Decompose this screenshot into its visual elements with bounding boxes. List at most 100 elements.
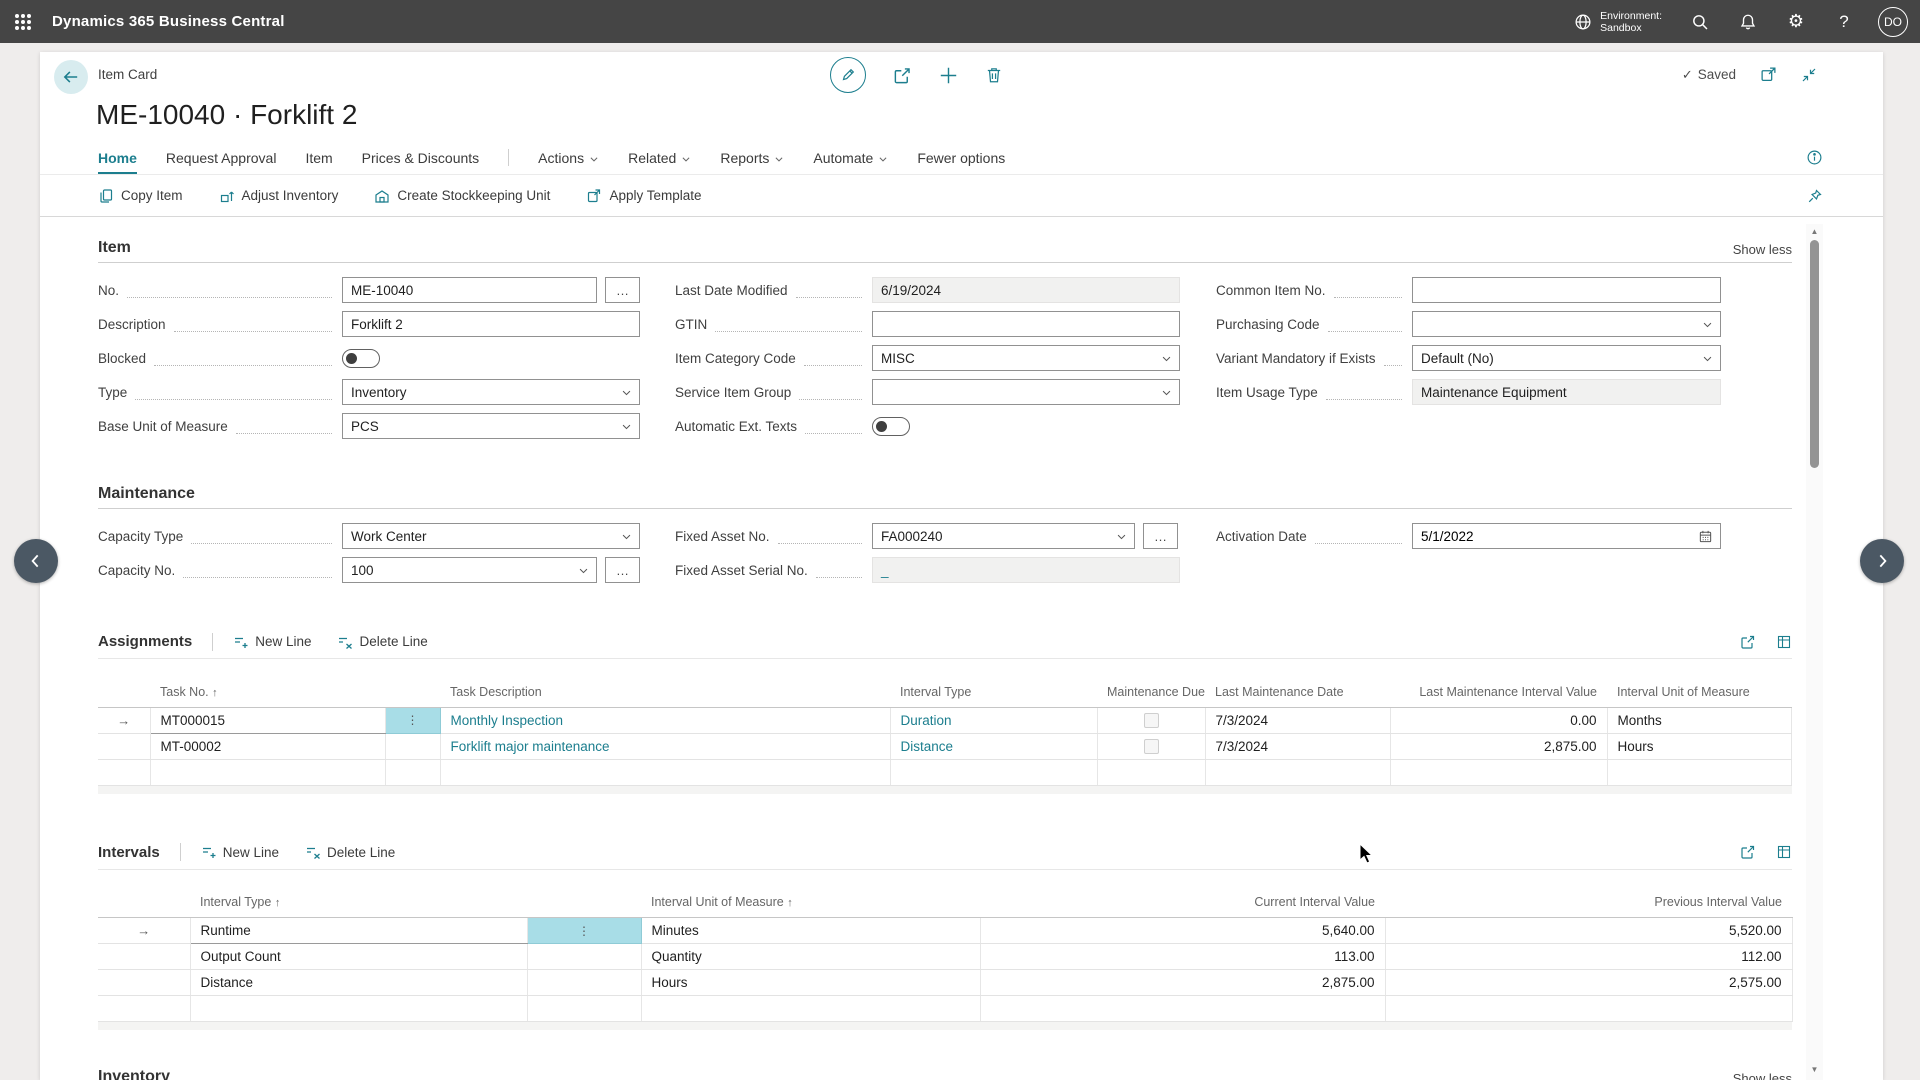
variant-mandatory-select[interactable]: Default (No) <box>1412 345 1721 371</box>
intervals-delete-line-button[interactable]: Delete Line <box>305 844 395 860</box>
maintenance-due-checkbox[interactable] <box>1144 739 1159 754</box>
app-title[interactable]: Dynamics 365 Business Central <box>52 13 285 30</box>
last-maintenance-date-header[interactable]: Last Maintenance Date <box>1205 677 1390 707</box>
empty-cell[interactable] <box>641 996 980 1022</box>
interval-unit-of-measure-cell[interactable]: Months <box>1607 707 1791 733</box>
edit-button[interactable] <box>830 57 866 93</box>
capacity-no-select[interactable]: 100 <box>342 557 597 583</box>
interval-unit-of-measure-header[interactable]: Interval Unit of Measure <box>1607 677 1791 707</box>
maintenance-due-cell[interactable] <box>1097 707 1205 733</box>
base-uom-select[interactable]: PCS <box>342 413 640 439</box>
app-launcher-button[interactable] <box>0 0 46 43</box>
empty-cell[interactable] <box>190 996 527 1022</box>
empty-cell[interactable] <box>1097 759 1205 785</box>
empty-cell[interactable] <box>980 996 1385 1022</box>
tab-related[interactable]: Related <box>628 141 691 174</box>
scroll-down-button[interactable]: ▼ <box>1811 1062 1819 1076</box>
interval-unit-of-measure-cell[interactable]: Minutes <box>641 918 980 944</box>
assignments-delete-line-button[interactable]: Delete Line <box>337 634 427 650</box>
share-button[interactable] <box>893 66 912 85</box>
interval-type-cell[interactable]: Output Count <box>190 944 527 970</box>
calendar-icon[interactable] <box>1698 529 1713 544</box>
current-interval-value-cell[interactable]: 2,875.00 <box>980 970 1385 996</box>
tab-home[interactable]: Home <box>98 141 137 174</box>
blocked-toggle[interactable] <box>342 349 380 368</box>
last-maintenance-date-cell[interactable]: 7/3/2024 <box>1205 733 1390 759</box>
previous-interval-value-cell[interactable]: 112.00 <box>1385 944 1792 970</box>
last-maintenance-interval-value-cell[interactable]: 0.00 <box>1390 707 1607 733</box>
current-interval-value-cell[interactable]: 113.00 <box>980 944 1385 970</box>
fixed-asset-no-select[interactable]: FA000240 <box>872 523 1135 549</box>
table-scroll-strip[interactable] <box>98 1022 1792 1030</box>
settings-button[interactable]: ⚙ <box>1776 0 1816 43</box>
assignments-open-in-excel-button[interactable] <box>1776 634 1792 650</box>
tab-reports[interactable]: Reports <box>720 141 784 174</box>
next-record-button[interactable] <box>1860 539 1904 583</box>
empty-cell[interactable] <box>1205 759 1390 785</box>
current-interval-value-header[interactable]: Current Interval Value <box>980 888 1385 918</box>
avatar[interactable]: DO <box>1878 7 1908 37</box>
last-maintenance-interval-value-cell[interactable]: 2,875.00 <box>1390 733 1607 759</box>
row-options-button[interactable] <box>527 944 641 970</box>
tab-actions[interactable]: Actions <box>538 141 599 174</box>
intervals-new-line-button[interactable]: New Line <box>201 844 279 860</box>
item-show-less-button[interactable]: Show less <box>1733 242 1792 257</box>
interval-type-link[interactable]: Distance <box>901 739 954 754</box>
apply-template-button[interactable]: Apply Template <box>586 188 701 204</box>
delete-button[interactable] <box>985 66 1003 84</box>
previous-interval-value-header[interactable]: Previous Interval Value <box>1385 888 1792 918</box>
type-select[interactable]: Inventory <box>342 379 640 405</box>
previous-interval-value-cell[interactable]: 2,575.00 <box>1385 970 1792 996</box>
collapse-button[interactable] <box>1801 67 1817 83</box>
maintenance-due-cell[interactable] <box>1097 733 1205 759</box>
activation-date-input[interactable] <box>1421 529 1690 544</box>
environment-indicator[interactable]: Environment: Sandbox <box>1563 10 1672 34</box>
assignments-share-button[interactable] <box>1740 634 1756 650</box>
interval-type-cell[interactable]: Distance <box>190 970 527 996</box>
task-description-link[interactable]: Monthly Inspection <box>451 713 564 728</box>
notifications-button[interactable] <box>1728 0 1768 43</box>
interval-unit-of-measure-cell[interactable]: Quantity <box>641 944 980 970</box>
last-maintenance-date-cell[interactable]: 7/3/2024 <box>1205 707 1390 733</box>
fixed-asset-no-assist-button[interactable]: … <box>1143 523 1178 549</box>
empty-cell[interactable] <box>890 759 1097 785</box>
no-assist-button[interactable]: … <box>605 277 640 303</box>
purchasing-code-select[interactable] <box>1412 311 1721 337</box>
empty-cell[interactable] <box>440 759 890 785</box>
current-interval-value-cell[interactable]: 5,640.00 <box>980 918 1385 944</box>
interval-type-cell[interactable]: Runtime <box>190 918 527 944</box>
tab-prices-discounts[interactable]: Prices & Discounts <box>362 141 479 174</box>
description-input[interactable] <box>342 311 640 337</box>
task-description-cell[interactable]: Monthly Inspection <box>440 707 890 733</box>
back-button[interactable] <box>54 60 88 94</box>
task-no-header[interactable]: Task No. ↑ <box>150 677 385 707</box>
empty-cell[interactable] <box>1385 996 1792 1022</box>
task-no-cell[interactable]: MT000015 <box>150 707 385 733</box>
assignments-new-line-button[interactable]: New Line <box>233 634 311 650</box>
scrollbar-thumb[interactable] <box>1810 240 1819 468</box>
create-stockkeeping-unit-button[interactable]: Create Stockkeeping Unit <box>374 188 550 204</box>
last-maintenance-interval-value-header[interactable]: Last Maintenance Interval Value <box>1390 677 1607 707</box>
capacity-no-assist-button[interactable]: … <box>605 557 640 583</box>
maintenance-due-header[interactable]: Maintenance Due <box>1097 677 1205 707</box>
empty-cell[interactable] <box>1390 759 1607 785</box>
previous-record-button[interactable] <box>14 539 58 583</box>
previous-interval-value-cell[interactable]: 5,520.00 <box>1385 918 1792 944</box>
open-in-new-window-button[interactable] <box>1760 66 1777 83</box>
maintenance-due-checkbox[interactable] <box>1144 713 1159 728</box>
common-item-no-input[interactable] <box>1412 277 1721 303</box>
row-options-button[interactable]: ⋮ <box>527 918 641 944</box>
inventory-show-less-button[interactable]: Show less <box>1733 1071 1792 1080</box>
task-description-cell[interactable]: Forklift major maintenance <box>440 733 890 759</box>
intervals-share-button[interactable] <box>1740 844 1756 860</box>
service-item-group-select[interactable] <box>872 379 1180 405</box>
interval-type-link[interactable]: Duration <box>901 713 952 728</box>
row-options-button[interactable] <box>385 733 440 759</box>
empty-cell[interactable] <box>1607 759 1791 785</box>
interval-type-header[interactable]: Interval Type ↑ <box>190 888 527 918</box>
no-input[interactable] <box>342 277 597 303</box>
interval-type-cell[interactable]: Duration <box>890 707 1097 733</box>
task-description-header[interactable]: Task Description <box>440 677 890 707</box>
adjust-inventory-button[interactable]: Adjust Inventory <box>219 188 339 204</box>
copy-item-button[interactable]: Copy Item <box>98 188 183 204</box>
